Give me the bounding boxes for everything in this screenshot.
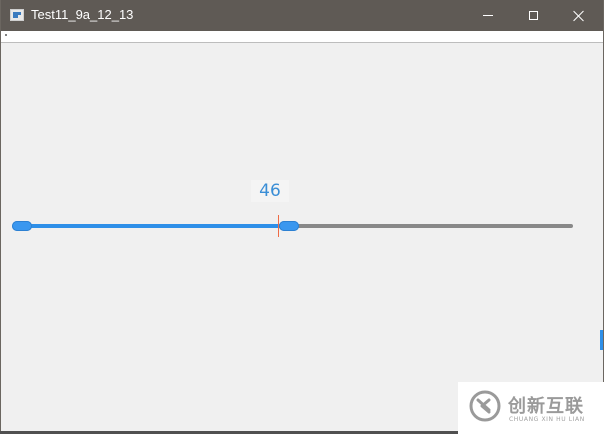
close-button[interactable] <box>556 0 602 31</box>
app-window-icon <box>10 9 24 21</box>
app-window: Test11_9a_12_13 46 <box>0 0 604 434</box>
watermark: 创新互联 CHUANG XIN HU LIAN <box>458 382 604 434</box>
watermark-subtitle: CHUANG XIN HU LIAN <box>509 416 585 423</box>
maximize-button[interactable] <box>510 0 556 31</box>
window-title: Test11_9a_12_13 <box>31 7 134 22</box>
slider-position-marker <box>278 215 279 237</box>
slider-handle[interactable] <box>279 221 299 231</box>
watermark-brand: 创新互联 <box>508 396 584 417</box>
minimize-icon <box>483 15 493 16</box>
close-icon <box>573 10 585 22</box>
edge-accent <box>600 330 603 350</box>
slider-value-label: 46 <box>251 180 289 202</box>
watermark-logo-icon <box>469 390 501 422</box>
title-bar[interactable]: Test11_9a_12_13 <box>1 0 603 31</box>
slider-min-handle[interactable] <box>12 221 32 231</box>
slider-track[interactable] <box>291 224 573 228</box>
menu-bar-dot <box>5 34 7 36</box>
maximize-icon <box>528 11 538 20</box>
slider-track-fill[interactable] <box>15 224 295 228</box>
minimize-button[interactable] <box>465 0 511 31</box>
menu-bar[interactable] <box>1 31 603 43</box>
